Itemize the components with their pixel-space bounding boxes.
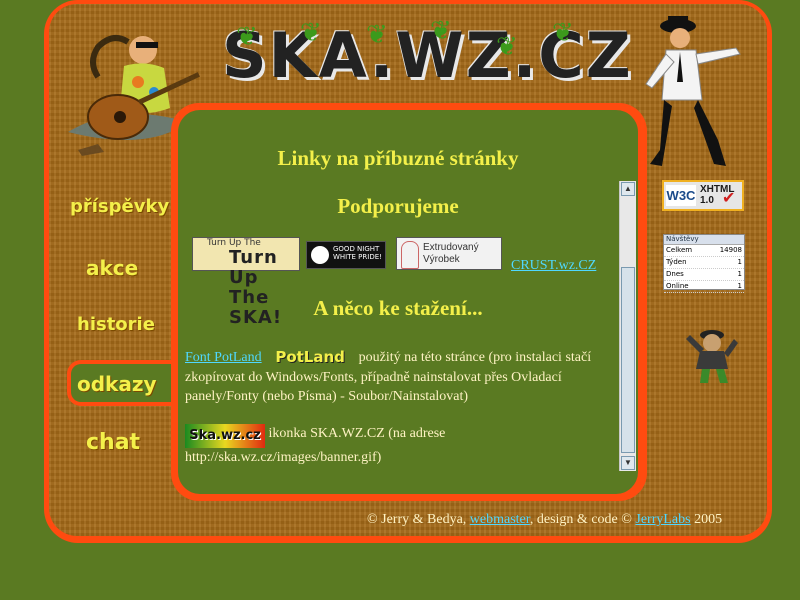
scroll-down-button[interactable]: ▼	[621, 456, 635, 470]
dancer-illustration	[645, 16, 741, 166]
checkmark-icon: ✔	[722, 190, 736, 207]
scroll-up-button[interactable]: ▲	[621, 182, 635, 196]
crust-link[interactable]: CRUST.wz.CZ	[511, 258, 596, 274]
ska-banner-image[interactable]: Ska.wz.cz	[185, 424, 265, 448]
mascot-illustration	[686, 330, 738, 383]
download-heading: A něco ke stažení...	[313, 296, 483, 320]
font-download-paragraph: Font PotLand PotLand použitý na této str…	[185, 348, 592, 404]
counter-row: Týden 1	[664, 257, 744, 269]
antifa-icon	[311, 246, 329, 264]
leaf-icon: ❦	[496, 32, 518, 61]
nav-item-akce[interactable]: akce	[86, 256, 138, 280]
content-panel: Linky na příbuzné stránky Podporujeme Tu…	[178, 110, 638, 494]
nav-item-odkazy[interactable]: odkazy	[77, 372, 157, 396]
leaf-icon: ❦	[430, 16, 452, 45]
nav-item-historie[interactable]: historie	[77, 314, 155, 335]
counter-title: Návštěvy	[664, 235, 744, 245]
figure-icon	[401, 241, 419, 269]
scroll-thumb[interactable]	[621, 267, 635, 453]
font-sample-image: PotLand	[275, 348, 345, 366]
counter-row: Celkem 14908	[664, 245, 744, 257]
banner-ska[interactable]: Turn Up The Turn Up The SKA!	[192, 237, 300, 328]
w3c-xhtml-badge[interactable]: W3C XHTML 1.0 ✔	[662, 180, 744, 211]
counter-row: Online 1	[664, 281, 744, 293]
leaf-icon: ❦	[552, 18, 574, 47]
banner-good-night-white-pride[interactable]: GOOD NIGHT WHITE PRIDE!	[306, 241, 386, 269]
page-title: Linky na příbuzné stránky	[277, 146, 519, 170]
leaf-icon: ❦	[300, 18, 322, 47]
nav-item-chat[interactable]: chat	[86, 430, 140, 455]
visit-counter[interactable]: Návštěvy Celkem 14908 Týden 1 Dnes 1 Online…	[663, 234, 745, 293]
leaf-icon: ❦	[236, 22, 258, 51]
support-heading: Podporujeme	[337, 194, 459, 218]
w3c-logo: W3C	[666, 185, 696, 206]
counter-row: Dnes 1	[664, 269, 744, 281]
font-potland-link[interactable]: Font PotLand	[185, 350, 262, 365]
webmaster-link[interactable]: webmaster	[470, 512, 530, 527]
nav-item-prispevky[interactable]: příspěvky	[70, 196, 169, 217]
icon-download-paragraph: Ska.wz.cz ikonka SKA.WZ.CZ (na adrese ht…	[185, 424, 446, 465]
leaf-icon: ❦	[366, 20, 388, 49]
content-scrollbar[interactable]: ▲ ▼	[619, 181, 636, 471]
jerrylabs-link[interactable]: JerryLabs	[635, 512, 690, 527]
site-logo[interactable]: SKA.WZ.CZ	[222, 24, 631, 88]
footer: © Jerry & Bedya, webmaster, design & cod…	[367, 512, 723, 527]
banner-extrudovany-vyrobek[interactable]: Extrudovaný Výrobek	[396, 237, 502, 270]
